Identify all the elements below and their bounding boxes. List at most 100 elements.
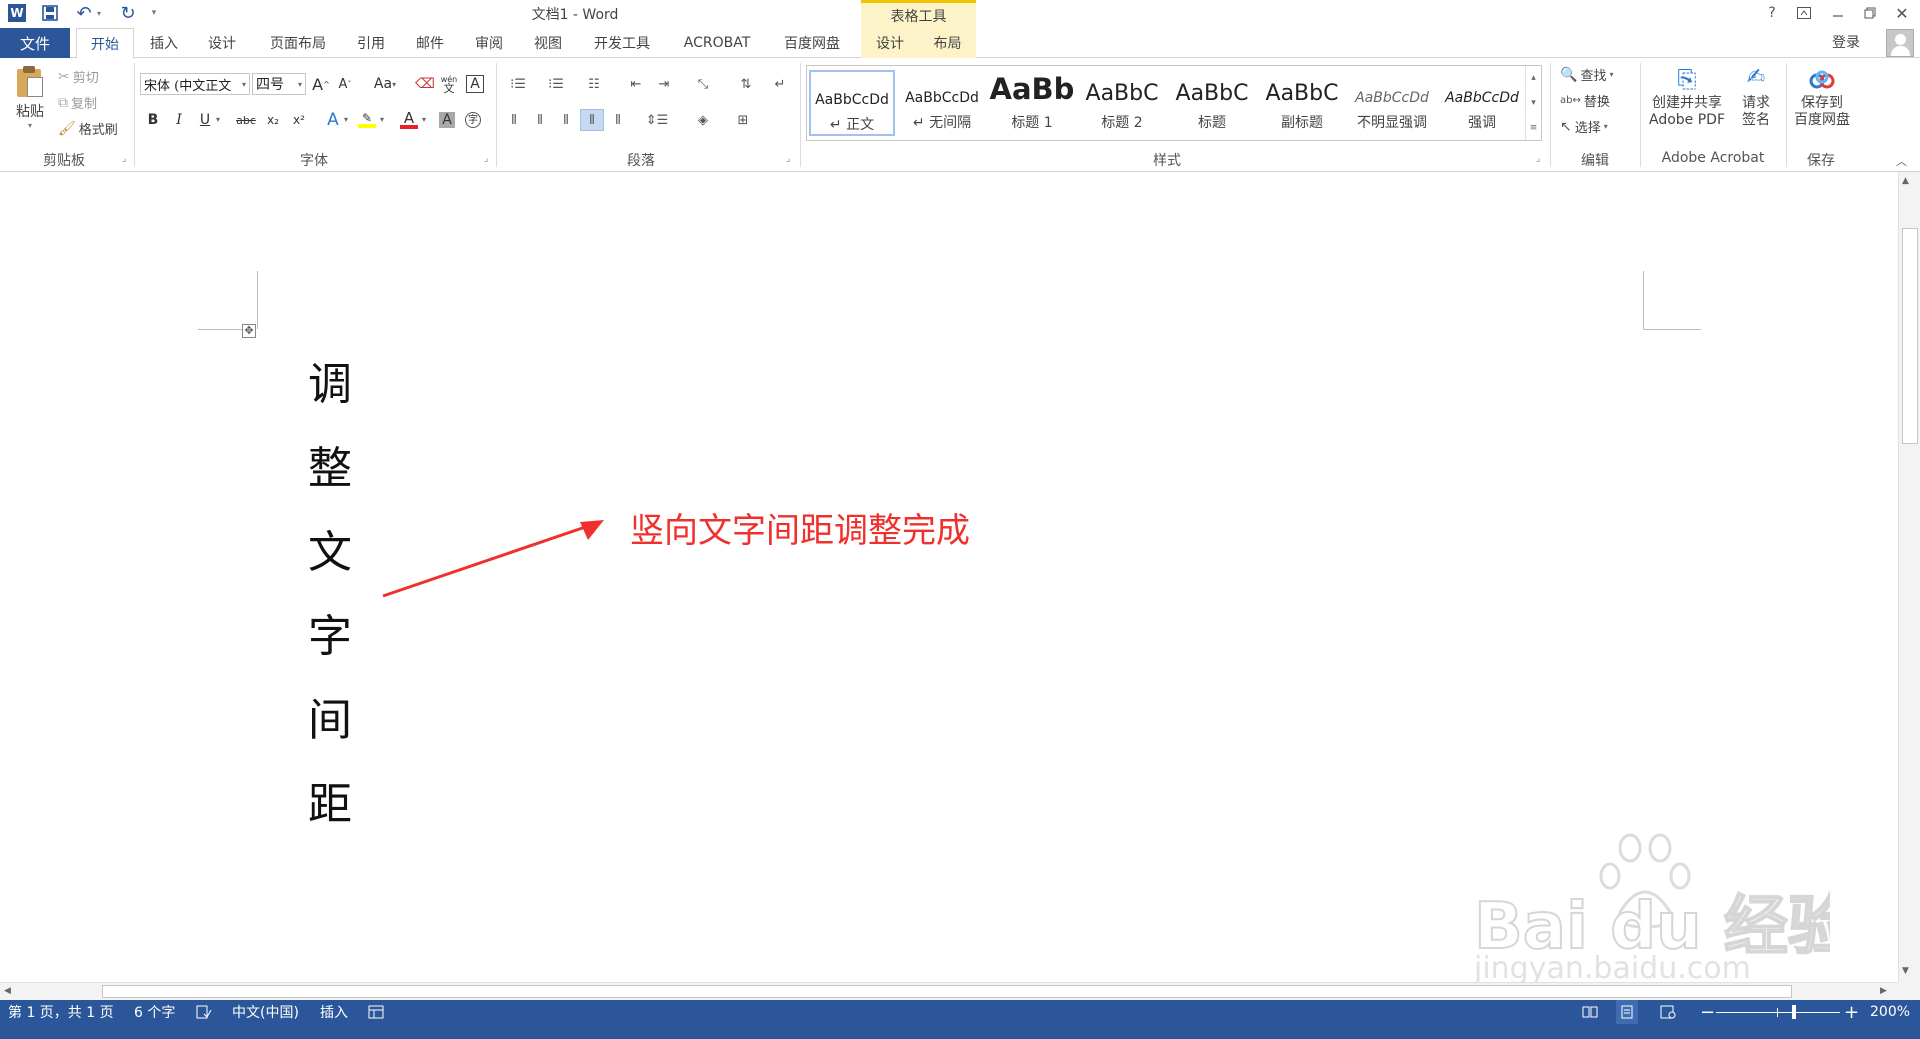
web-layout-icon[interactable] <box>1660 1000 1676 1024</box>
clear-formatting-button[interactable]: ⌫ <box>414 73 436 95</box>
numbering-button[interactable]: ⁝☰ <box>540 73 572 95</box>
character-shading-button[interactable]: A <box>436 109 458 131</box>
format-painter-button[interactable]: 🖌 格式刷 <box>58 119 118 139</box>
select-button[interactable]: ↖ 选择 ▾ <box>1560 117 1608 137</box>
tab-acrobat[interactable]: ACROBAT <box>670 28 764 58</box>
superscript-button[interactable]: x² <box>288 109 310 131</box>
phonetic-guide-button[interactable]: wén 文 <box>438 73 460 95</box>
character-border-button[interactable]: A <box>464 73 486 95</box>
sign-in-link[interactable]: 登录 <box>1832 32 1860 52</box>
tab-file[interactable]: 文件 <box>0 28 70 58</box>
tab-table-design[interactable]: 设计 <box>861 28 919 58</box>
create-share-pdf-button[interactable]: ⎘ 创建并共享 Adobe PDF <box>1646 65 1728 129</box>
cut-button[interactable]: ✂ 剪切 <box>58 67 99 87</box>
align-center-button[interactable]: ⫴ <box>528 109 552 131</box>
highlight-dropdown-icon[interactable]: ▾ <box>380 115 384 124</box>
print-layout-icon[interactable] <box>1616 1000 1638 1024</box>
font-name-select[interactable]: 宋体 (中文正文 ▾ <box>140 73 250 95</box>
underline-button[interactable]: U <box>194 109 216 131</box>
font-color-button[interactable]: A <box>398 109 420 131</box>
paragraph-launcher-icon[interactable]: ⌟ <box>786 154 796 164</box>
style-item[interactable]: AaBbCcDd 不明显强调 <box>1349 70 1435 136</box>
macro-recording-icon[interactable] <box>368 1000 384 1024</box>
sort-button[interactable]: ⇅ <box>734 73 758 95</box>
word-count-status[interactable]: 6 个字 <box>134 1000 175 1024</box>
zoom-out-icon[interactable]: − <box>1700 1000 1715 1024</box>
read-mode-icon[interactable] <box>1582 1000 1598 1024</box>
font-color-dropdown-icon[interactable]: ▾ <box>422 115 426 124</box>
minimize-icon[interactable] <box>1824 2 1852 24</box>
collapse-ribbon-icon[interactable]: ︿ <box>1896 153 1907 169</box>
tab-developer[interactable]: 开发工具 <box>584 28 660 58</box>
bullets-button[interactable]: ⁝☰ <box>502 73 534 95</box>
vertical-scrollbar[interactable]: ▲ ▼ <box>1898 172 1920 982</box>
bold-button[interactable]: B <box>142 109 164 131</box>
scroll-down-icon[interactable]: ▼ <box>1902 966 1909 976</box>
text-effects-dropdown-icon[interactable]: ▾ <box>344 115 348 124</box>
ribbon-display-options-icon[interactable] <box>1790 2 1818 24</box>
proofing-icon[interactable] <box>196 1000 212 1024</box>
font-launcher-icon[interactable]: ⌟ <box>484 154 494 164</box>
style-item[interactable]: AaBb 标题 1 <box>989 70 1075 136</box>
tab-home[interactable]: 开始 <box>76 28 134 59</box>
restore-icon[interactable] <box>1856 2 1884 24</box>
tab-insert[interactable]: 插入 <box>140 28 188 58</box>
table-move-handle-icon[interactable]: ✥ <box>242 324 256 338</box>
tab-view[interactable]: 视图 <box>524 28 572 58</box>
line-spacing-button[interactable]: ⇕☰ <box>640 109 674 131</box>
underline-dropdown-icon[interactable]: ▾ <box>216 115 220 124</box>
style-item[interactable]: AaBbCcDd ↵ 无间隔 <box>899 70 985 136</box>
zoom-level[interactable]: 200% <box>1870 1000 1910 1024</box>
zoom-in-icon[interactable]: + <box>1844 1000 1859 1024</box>
paste-button[interactable]: 粘贴 ▾ <box>10 65 50 145</box>
scroll-left-icon[interactable]: ◀ <box>4 986 11 996</box>
horizontal-scroll-thumb[interactable] <box>102 985 1792 998</box>
tab-mailings[interactable]: 邮件 <box>406 28 454 58</box>
tab-baidu-netdisk[interactable]: 百度网盘 <box>772 28 852 58</box>
style-item[interactable]: AaBbCcDd ↵ 正文 <box>809 70 895 136</box>
page-count-status[interactable]: 第 1 页，共 1 页 <box>8 1000 114 1024</box>
tab-table-layout[interactable]: 布局 <box>919 28 976 58</box>
avatar[interactable] <box>1886 29 1914 57</box>
italic-button[interactable]: I <box>168 109 190 131</box>
tab-review[interactable]: 审阅 <box>465 28 513 58</box>
request-signature-button[interactable]: ✍ 请求 签名 <box>1730 65 1782 129</box>
find-button[interactable]: 🔍 查找 ▾ <box>1560 65 1613 85</box>
close-icon[interactable]: ✕ <box>1888 2 1916 24</box>
document-area[interactable]: ✥ 调 整 文 字 间 距 竖向文字间距调整完成 Bai du 经验 jingy… <box>0 172 1898 982</box>
copy-button[interactable]: ⧉ 复制 <box>58 93 97 113</box>
clipboard-launcher-icon[interactable]: ⌟ <box>122 154 132 164</box>
tab-design[interactable]: 设计 <box>198 28 246 58</box>
text-direction-button[interactable]: ⤡ <box>686 73 720 95</box>
gallery-up-icon[interactable]: ▴ <box>1525 66 1541 90</box>
subscript-button[interactable]: x₂ <box>262 109 284 131</box>
highlight-button[interactable]: ✎ <box>356 109 378 131</box>
align-left-button[interactable]: ⫴ <box>502 109 526 131</box>
borders-button[interactable]: ⊞ <box>726 109 760 131</box>
scroll-right-icon[interactable]: ▶ <box>1880 986 1887 996</box>
zoom-slider-track[interactable] <box>1716 1012 1840 1013</box>
grow-font-button[interactable]: A ^ <box>310 73 332 95</box>
save-to-baidu-button[interactable]: 保存到 百度网盘 <box>1790 65 1854 129</box>
text-effects-button[interactable]: A <box>322 109 344 131</box>
tab-references[interactable]: 引用 <box>348 28 394 58</box>
increase-indent-button[interactable]: ⇥ <box>652 73 676 95</box>
distributed-button[interactable]: ⫴ <box>606 109 630 131</box>
font-size-select[interactable]: 四号 ▾ <box>252 73 306 95</box>
multilevel-list-button[interactable]: ☷ <box>578 73 610 95</box>
style-item[interactable]: AaBbC 副标题 <box>1259 70 1345 136</box>
scroll-up-icon[interactable]: ▲ <box>1902 176 1909 186</box>
styles-launcher-icon[interactable]: ⌟ <box>1536 154 1546 164</box>
replace-button[interactable]: ab↔ 替换 <box>1560 91 1610 110</box>
decrease-indent-button[interactable]: ⇤ <box>624 73 648 95</box>
vertical-scroll-thumb[interactable] <box>1902 228 1918 444</box>
change-case-button[interactable]: Aa ▾ <box>368 73 402 95</box>
gallery-more-icon[interactable]: ≡ <box>1525 116 1541 140</box>
zoom-slider-thumb[interactable] <box>1791 1005 1796 1019</box>
enclose-characters-button[interactable]: 字 <box>462 109 484 131</box>
style-item[interactable]: AaBbCcDd 强调 <box>1439 70 1525 136</box>
horizontal-scrollbar[interactable]: ◀ ▶ <box>0 982 1898 1000</box>
justify-button[interactable]: ⫴ <box>580 109 604 131</box>
align-right-button[interactable]: ⫴ <box>554 109 578 131</box>
strikethrough-button[interactable]: abc <box>232 109 260 131</box>
